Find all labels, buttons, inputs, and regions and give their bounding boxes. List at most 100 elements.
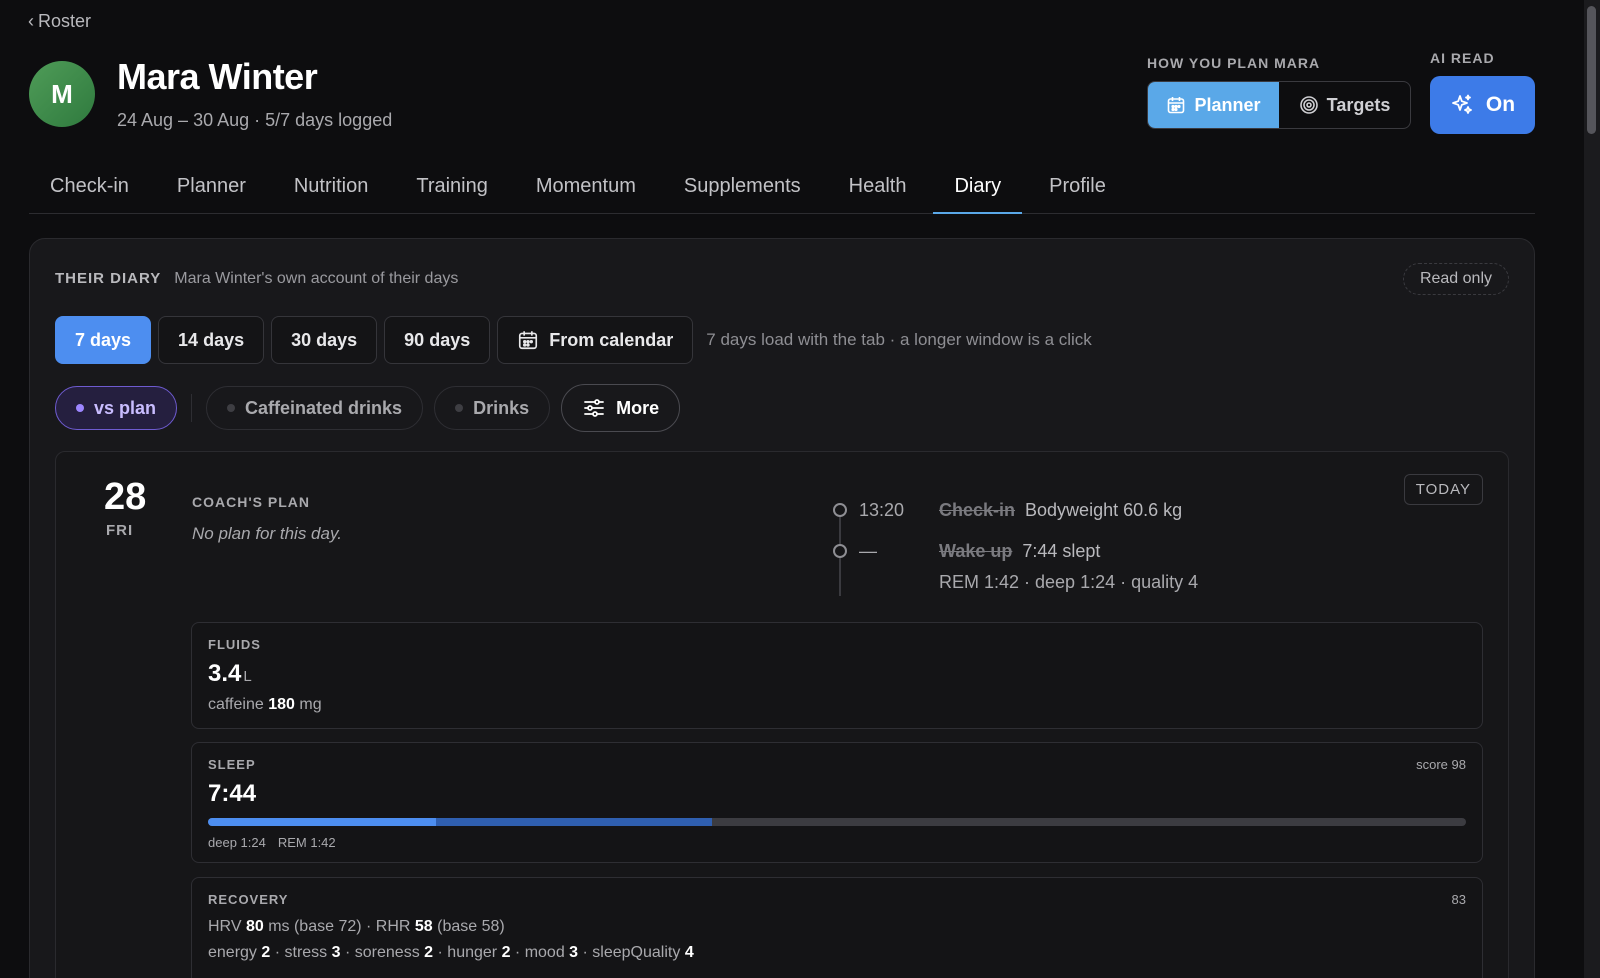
range-selector: 7 days 14 days 30 days 90 days From cale… (55, 316, 1092, 364)
sleep-legend: deep 1:24 REM 1:42 (208, 835, 336, 850)
filter-label: vs plan (94, 397, 157, 418)
mood-value: 3 (569, 944, 579, 961)
read-only-badge: Read only (1402, 263, 1509, 295)
range-14-days-button[interactable]: 14 days (158, 316, 265, 364)
coach-plan-label: COACH'S PLAN (192, 494, 310, 510)
sleep-card: SLEEP score 98 7:44 deep 1:24 REM 1:42 (191, 742, 1483, 863)
ai-read-label: AI READ (1430, 50, 1495, 66)
caffeine-unit: mg (299, 696, 322, 713)
page-title: Mara Winter (117, 56, 318, 97)
diary-header: THEIR DIARY Mara Winter's own account of… (55, 270, 458, 288)
sleep-rem-legend: REM 1:42 (277, 835, 336, 850)
dot-icon (455, 404, 464, 412)
sleep-deep-legend: deep 1:24 (208, 835, 266, 850)
sliders-icon (584, 399, 605, 417)
tab-planner[interactable]: Planner (156, 163, 267, 213)
planner-mode-button[interactable]: Planner (1148, 82, 1279, 128)
tab-momentum[interactable]: Momentum (515, 163, 657, 213)
more-label: More (616, 397, 660, 418)
dot-icon (76, 404, 84, 412)
targets-mode-button[interactable]: Targets (1279, 82, 1410, 128)
sleep-label: SLEEP (208, 757, 256, 772)
tab-check-in[interactable]: Check-in (29, 163, 150, 213)
timeline-time: 13:20 (859, 500, 905, 520)
diary-day-card: 28 FRI TODAY COACH'S PLAN No plan for th… (55, 451, 1509, 978)
fluids-value-group: 3.4 L (208, 660, 252, 688)
filter-label: Drinks (473, 397, 530, 418)
timeline-entry-subdetail: REM 1:42 · deep 1:24 · quality 4 (939, 572, 1199, 592)
hrv-value: 80 (245, 918, 264, 935)
target-icon (1299, 96, 1318, 114)
ai-read-state: On (1485, 93, 1516, 116)
range-hint: 7 days load with the tab · a longer wind… (706, 330, 1092, 349)
filter-drinks[interactable]: Drinks (434, 386, 551, 430)
scrollbar-thumb[interactable] (1587, 6, 1596, 134)
back-link-label: Roster (38, 11, 92, 31)
timeline-entry-wake-up[interactable]: Wake up 7:44 slept (939, 541, 1100, 562)
diary-panel: THEIR DIARY Mara Winter's own account of… (29, 238, 1535, 978)
planning-mode-label: HOW YOU PLAN MARA (1147, 55, 1321, 71)
timeline-entry-title: Wake up (939, 541, 1013, 561)
diary-subtitle: Mara Winter's own account of their days (174, 270, 459, 287)
fluids-card: FLUIDS 3.4 L caffeine 180 mg (191, 622, 1483, 729)
today-badge: TODAY (1403, 474, 1483, 505)
diary-title: THEIR DIARY (55, 270, 162, 287)
fluids-label: FLUIDS (208, 637, 261, 652)
avatar: M (29, 61, 95, 127)
energy-label: energy (208, 944, 257, 961)
timeline-time: — (859, 541, 877, 561)
tab-training[interactable]: Training (395, 163, 509, 213)
sleep-quality-value: 4 (684, 944, 694, 961)
tab-nutrition[interactable]: Nutrition (273, 163, 389, 213)
rhr-value: 58 (414, 918, 433, 935)
filter-caffeinated-drinks[interactable]: Caffeinated drinks (206, 386, 424, 430)
tab-profile[interactable]: Profile (1028, 163, 1127, 213)
recovery-score: 83 (1451, 892, 1466, 907)
date-range-summary: 24 Aug – 30 Aug · 5/7 days logged (117, 110, 393, 130)
day-weekday: FRI (106, 522, 134, 539)
chevron-left-icon: ‹ (28, 11, 34, 31)
timeline-node-icon (833, 503, 847, 517)
recovery-vitals: HRV 80 ms (base 72) · RHR 58 (base 58) (208, 918, 505, 936)
sleep-duration: 7:44 (208, 780, 257, 807)
range-30-days-button[interactable]: 30 days (271, 316, 378, 364)
stress-label: · stress (274, 944, 328, 961)
from-calendar-button[interactable]: From calendar (497, 316, 694, 364)
calendar-icon (1168, 97, 1185, 114)
sleep-score: score 98 (1416, 757, 1466, 772)
filter-vs-plan[interactable]: vs plan (55, 386, 178, 430)
page-scrollbar[interactable] (1584, 0, 1600, 978)
rhr-detail: (base 58) (437, 918, 505, 935)
calendar-icon (519, 331, 538, 350)
dot-icon (227, 404, 236, 412)
range-7-days-button[interactable]: 7 days (55, 316, 152, 364)
hrv-label: HRV (208, 918, 242, 935)
more-filters-button[interactable]: More (561, 384, 681, 432)
fluids-value: 3.4 (208, 660, 242, 687)
targets-mode-label: Targets (1326, 94, 1391, 115)
recovery-ratings: energy 2 · stress 3 · soreness 2 · hunge… (208, 944, 694, 962)
range-90-days-button[interactable]: 90 days (384, 316, 491, 364)
back-to-roster-link[interactable]: ‹ Roster (28, 11, 91, 32)
tab-supplements[interactable]: Supplements (663, 163, 822, 213)
soreness-value: 2 (424, 944, 434, 961)
caffeine-prefix: caffeine (208, 696, 264, 713)
timeline-entry-check-in[interactable]: Check-in Bodyweight 60.6 kg (939, 500, 1182, 521)
stress-value: 3 (331, 944, 341, 961)
sparkle-icon (1452, 94, 1472, 114)
tab-diary[interactable]: Diary (933, 163, 1022, 214)
tab-health[interactable]: Health (828, 163, 928, 213)
ai-read-toggle[interactable]: On (1430, 76, 1535, 134)
hunger-value: 2 (501, 944, 511, 961)
hrv-detail: ms (base 72) · RHR (268, 918, 411, 935)
filter-label: Caffeinated drinks (245, 397, 403, 418)
planner-mode-label: Planner (1194, 94, 1261, 115)
mood-label: · mood (514, 944, 565, 961)
timeline-entry-detail: Bodyweight 60.6 kg (1025, 500, 1183, 520)
sleep-rem-segment (435, 818, 713, 826)
day-number: 28 (104, 476, 147, 518)
sleep-deep-segment (208, 818, 436, 826)
filter-chips: vs plan Caffeinated drinks Drinks More (55, 384, 681, 432)
caffeine-value: 180 (268, 696, 295, 713)
recovery-label: RECOVERY (208, 892, 289, 907)
